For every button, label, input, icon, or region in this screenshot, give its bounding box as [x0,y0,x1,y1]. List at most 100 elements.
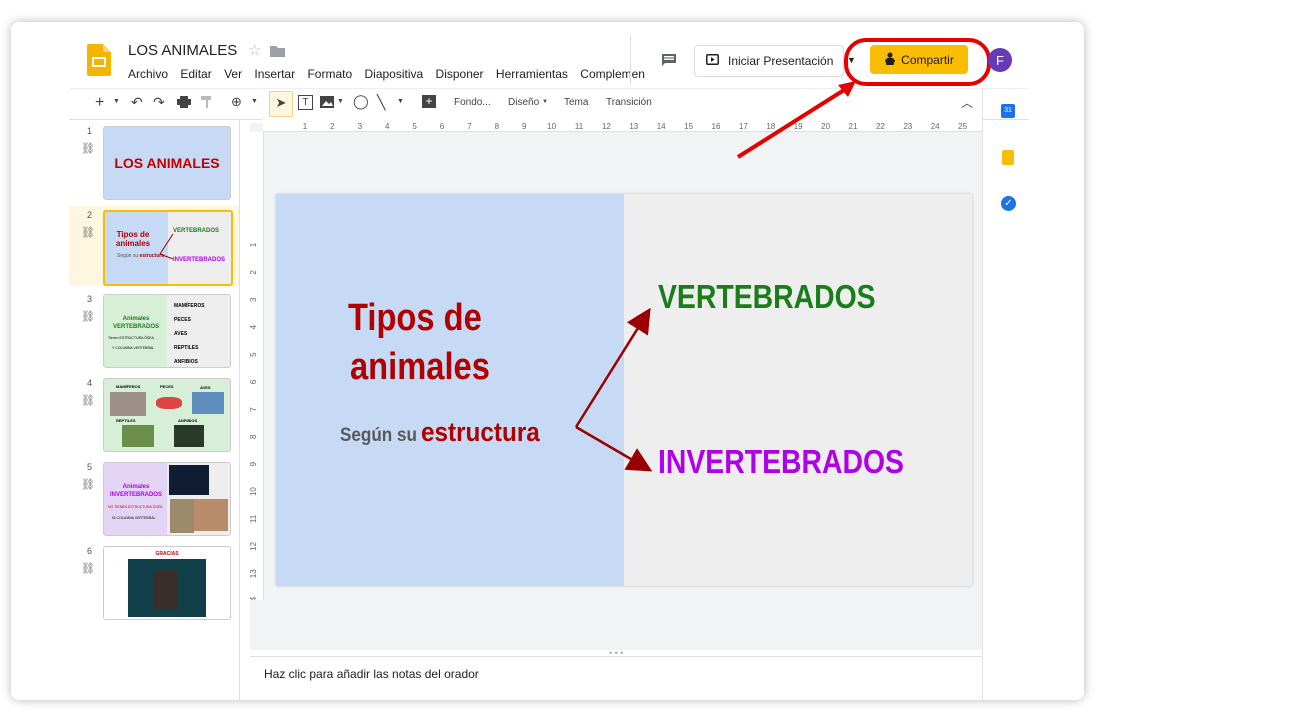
thumb-line: NO TIENEN ESTRUCTURA ÓSEA [108,505,163,509]
slide-thumbnail-2[interactable]: Tipos de animales Según su estructura VE… [103,210,233,286]
new-slide-dropdown-icon[interactable]: ▼ [113,98,120,105]
ruler-tick-label: 16 [712,122,721,131]
ruler-tick-label: 24 [931,122,940,131]
thumb-label: PECES [160,384,174,389]
textbox-icon[interactable]: T [298,95,313,110]
line-icon[interactable]: ╲ [377,94,385,111]
ruler-tick-label: 1 [250,242,258,247]
undo-icon[interactable]: ↶ [131,94,143,111]
line-dropdown-icon[interactable]: ▼ [397,98,404,105]
thumb-title: Animales VERTEBRADOS [112,316,159,330]
ruler-tick-label: 2 [250,270,258,275]
ruler-tick-label: 13 [629,122,638,131]
thumb-line: Y COLUMNA VERTEBRAL [112,346,155,350]
ruler-tick-label: 8 [495,122,500,131]
link-icon: ⛓ [81,227,95,239]
link-icon: ⛓ [81,563,95,575]
slide-arrows[interactable] [276,194,972,586]
ruler-tick-label: 7 [250,407,258,412]
menu-ver[interactable]: Ver [224,67,242,81]
folder-icon[interactable] [270,44,285,62]
document-title[interactable]: LOS ANIMALES [128,42,237,59]
link-icon: ⛓ [81,143,95,155]
thumb-sub: Según su estructura [117,253,164,259]
thumb-label: ANFIBIOS [178,418,198,423]
slide-thumbnail-5[interactable]: Animales INVERTEBRADOS NO TIENEN ESTRUCT… [103,462,231,536]
menu-archivo[interactable]: Archivo [128,67,168,81]
slide-thumbnail-6[interactable]: GRACIAS [103,546,231,620]
ruler-tick-label: 13 [250,569,258,578]
paint-format-icon[interactable] [201,96,213,111]
slide[interactable]: Tipos de animales Según su estructura VE… [276,194,972,586]
theme-button[interactable]: Tema [564,97,588,108]
ruler-tick-label: 2 [330,122,335,131]
ruler-tick-label: 4 [250,324,258,329]
collapse-toolbar-icon[interactable]: ︿ [961,94,973,111]
vertical-ruler: 1234567891011121314 [249,132,264,606]
zoom-icon[interactable]: ⊕ [231,94,242,110]
image-icon[interactable] [320,96,334,111]
side-panel: 31 ✓ [982,88,1084,700]
comments-icon[interactable] [661,53,677,72]
star-icon[interactable]: ☆ [248,41,261,59]
ruler-tick-label: 12 [250,541,258,550]
print-icon[interactable] [177,96,191,111]
menu-complementos[interactable]: Complemen [580,67,645,81]
background-button[interactable]: Fondo... [454,97,491,108]
start-presentation-button[interactable]: Iniciar Presentación [694,45,844,77]
ruler-tick-label: 15 [684,122,693,131]
image-dropdown-icon[interactable]: ▼ [337,98,344,105]
menu-editar[interactable]: Editar [180,67,211,81]
slide-number: 6 [87,546,93,556]
redo-icon[interactable]: ↷ [153,94,165,111]
zoom-dropdown-icon[interactable]: ▼ [251,98,258,105]
thumb-line: Tienen ESTRUCTURA ÓSEA [108,336,154,340]
slide-number: 1 [87,126,93,136]
thumb-title: Animales INVERTEBRADOS [109,484,162,498]
ruler-tick-label: 3 [250,297,258,302]
menu-herramientas[interactable]: Herramientas [496,67,568,81]
ruler-tick-label: 5 [250,352,258,357]
tasks-icon[interactable]: ✓ [1001,196,1016,211]
thumb-label: REPTILES [116,418,136,423]
slides-logo-icon[interactable] [87,44,111,76]
new-slide-icon[interactable]: + [95,94,104,112]
ruler-tick-label: 12 [602,122,611,131]
ruler-tick-label: 25 [958,122,967,131]
transition-button[interactable]: Transición [606,97,652,108]
shape-icon[interactable]: ◯ [353,93,369,110]
menu-formato[interactable]: Formato [307,67,352,81]
link-icon: ⛓ [81,479,95,491]
select-tool-icon[interactable]: ➤ [269,91,293,117]
start-presentation-label: Iniciar Presentación [728,54,834,68]
link-icon: ⛓ [81,311,95,323]
thumb-label: AVES [200,385,211,390]
slide-thumbnail-3[interactable]: Animales VERTEBRADOS Tienen ESTRUCTURA Ó… [103,294,231,368]
ruler-tick-label: 22 [876,122,885,131]
slide-thumbnail-1[interactable]: LOS ANIMALES [103,126,231,200]
user-avatar[interactable]: F [988,48,1012,72]
thumb-list: MAMÍFEROS PECES AVES REPTILES ANFIBIOS [174,303,205,365]
thumb-title: GRACIAS [155,551,179,557]
header-divider [630,34,631,86]
ruler-tick-label: 1 [303,122,308,131]
speaker-notes[interactable]: Haz clic para añadir las notas del orado… [250,656,982,700]
layout-dropdown-icon[interactable]: ▼ [542,99,548,105]
keep-icon[interactable] [1002,150,1014,165]
slide-thumbnail-4[interactable]: MAMÍFEROS PECES AVES REPTILES ANFIBIOS [103,378,231,452]
ruler-tick-label: 6 [440,122,445,131]
horizontal-ruler: 1 2 3 4 5 6 7 8 9 10 11 12 13 14 15 16 17 18 19 20 21 22 23 24 2… [263,119,983,132]
menu-insertar[interactable]: Insertar [254,67,295,81]
calendar-icon[interactable]: 31 [1001,104,1015,118]
slide-number: 2 [87,210,93,220]
add-comment-icon[interactable]: + [422,95,436,108]
layout-button[interactable]: Diseño [508,97,539,108]
link-icon: ⛓ [81,395,95,407]
annotation-arrow [736,81,856,159]
ruler-tick-label: 11 [575,122,584,131]
menu-disponer[interactable]: Disponer [436,67,484,81]
menu-diapositiva[interactable]: Diapositiva [364,67,423,81]
toolbar: + ▼ ↶ ↷ ⊕ ▼ ➤ T ▼ ◯ ╲ ▼ + Fondo... Diseñ… [69,88,1029,120]
ruler-tick-label: 4 [385,122,390,131]
ruler-tick-label: 6 [250,379,258,384]
